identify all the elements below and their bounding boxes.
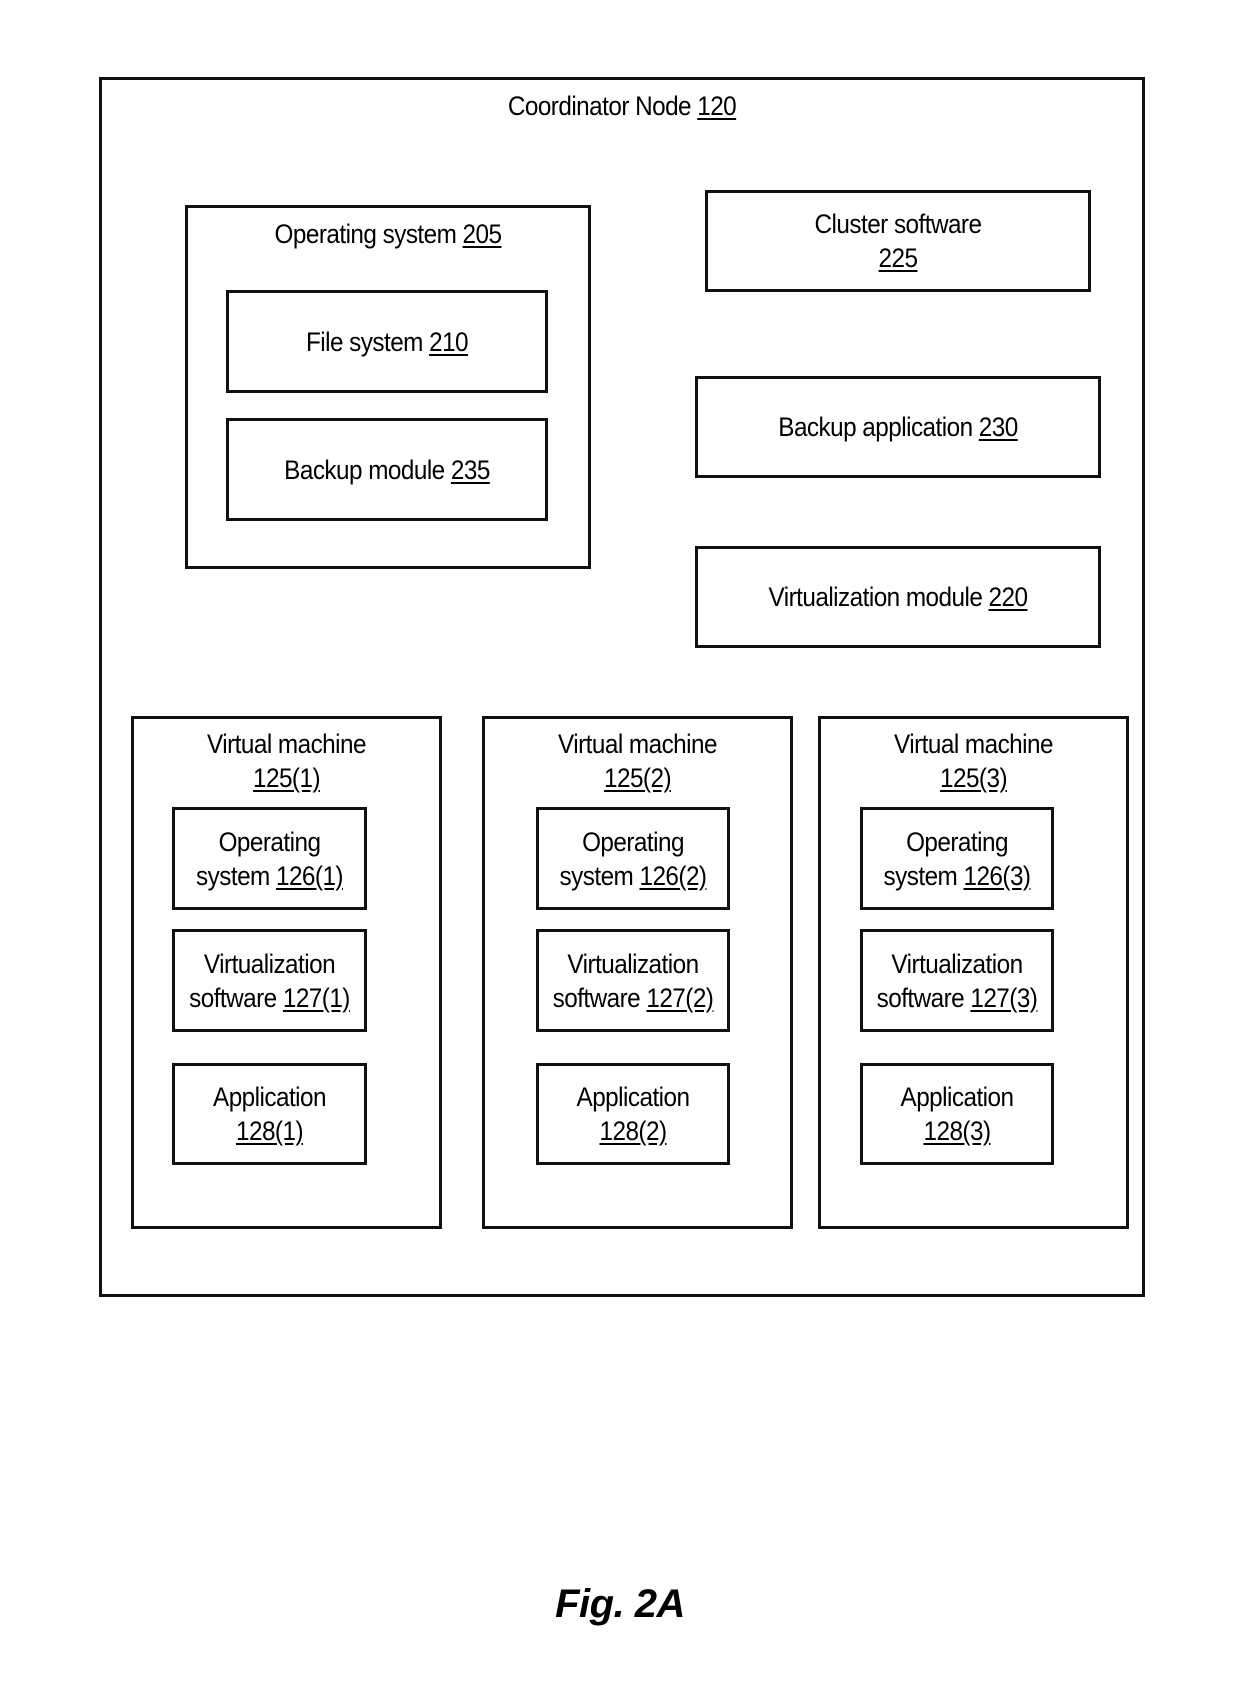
operating-system-label: Operating system 205	[208, 217, 568, 251]
vm-virt-line1: Virtualization	[891, 948, 1023, 979]
vm-app-ref: 128(3)	[923, 1116, 991, 1146]
cluster-software-box: Cluster software 225	[705, 190, 1091, 292]
operating-system-title: Operating system	[274, 219, 457, 249]
vm-virtualization-software-box: Virtualization software 127(2)	[536, 929, 730, 1032]
cluster-software-title: Cluster software	[814, 209, 982, 239]
vm-virt-ref: 127(3)	[970, 982, 1038, 1013]
vm-operating-system-box: Operating system 126(3)	[860, 807, 1054, 910]
vm-os-line1: Operating	[906, 826, 1008, 857]
vm-application-label: Application 128(3)	[872, 1080, 1041, 1148]
virtual-machine-ref: 125(2)	[603, 763, 672, 793]
vm-app-line1: Application	[213, 1082, 326, 1112]
virtual-machine-ref: 125(1)	[252, 763, 321, 793]
coordinator-node-label: Coordinator Node 120	[154, 89, 1090, 123]
operating-system-ref: 205	[462, 219, 502, 249]
vm-virt-line2: software	[876, 982, 965, 1013]
vm-app-ref: 128(2)	[599, 1116, 667, 1146]
vm-operating-system-label: Operating system 126(2)	[548, 825, 717, 893]
virtualization-module-title: Virtualization module	[768, 582, 983, 612]
vm-virtualization-software-box: Virtualization software 127(3)	[860, 929, 1054, 1032]
backup-application-title: Backup application	[778, 412, 973, 442]
coordinator-node-title: Coordinator Node	[507, 91, 692, 121]
virtual-machine-label: Virtual machine 125(3)	[836, 727, 1111, 795]
vm-application-box: Application 128(3)	[860, 1063, 1054, 1165]
backup-module-title: Backup module	[284, 454, 445, 485]
vm-application-box: Application 128(1)	[172, 1063, 367, 1165]
virtual-machine-title: Virtual machine	[207, 729, 366, 759]
vm-virt-ref: 127(1)	[282, 982, 351, 1013]
virtualization-module-ref: 220	[988, 582, 1028, 612]
vm-operating-system-box: Operating system 126(1)	[172, 807, 367, 910]
file-system-ref: 210	[429, 326, 469, 357]
vm-os-line2: system	[883, 860, 958, 891]
file-system-title: File system	[305, 326, 423, 357]
vm-application-label: Application 128(2)	[548, 1080, 717, 1148]
backup-application-ref: 230	[978, 412, 1018, 442]
backup-module-ref: 235	[450, 454, 490, 485]
vm-os-ref: 126(2)	[639, 860, 707, 891]
vm-os-ref: 126(3)	[963, 860, 1031, 891]
cluster-software-ref: 225	[878, 243, 918, 273]
vm-virt-line1: Virtualization	[567, 948, 699, 979]
vm-virtualization-software-box: Virtualization software 127(1)	[172, 929, 367, 1032]
backup-module-label: Backup module 235	[245, 453, 529, 487]
vm-virtualization-software-label: Virtualization software 127(2)	[548, 947, 717, 1015]
vm-app-ref: 128(1)	[235, 1116, 304, 1146]
backup-module-box: Backup module 235	[226, 418, 548, 521]
vm-os-line1: Operating	[218, 826, 321, 857]
virtualization-module-label: Virtualization module 220	[718, 580, 1078, 614]
vm-application-box: Application 128(2)	[536, 1063, 730, 1165]
vm-app-line1: Application	[576, 1082, 690, 1112]
vm-virt-line2: software	[552, 982, 641, 1013]
virtualization-module-box: Virtualization module 220	[695, 546, 1101, 648]
figure-label: Fig. 2A	[555, 1582, 685, 1626]
vm-os-ref: 126(1)	[275, 860, 344, 891]
virtual-machine-ref: 125(3)	[939, 763, 1008, 793]
vm-virtualization-software-label: Virtualization software 127(1)	[184, 947, 354, 1015]
vm-virt-line1: Virtualization	[203, 948, 336, 979]
coordinator-node-ref: 120	[697, 91, 737, 121]
vm-os-line2: system	[559, 860, 634, 891]
cluster-software-label: Cluster software 225	[727, 207, 1069, 275]
vm-virtualization-software-label: Virtualization software 127(3)	[872, 947, 1041, 1015]
file-system-box: File system 210	[226, 290, 548, 393]
vm-operating-system-box: Operating system 126(2)	[536, 807, 730, 910]
virtual-machine-label: Virtual machine 125(1)	[149, 727, 424, 795]
virtual-machine-title: Virtual machine	[558, 729, 717, 759]
virtual-machine-title: Virtual machine	[894, 729, 1053, 759]
vm-os-line2: system	[196, 860, 270, 891]
vm-operating-system-label: Operating system 126(3)	[872, 825, 1041, 893]
vm-os-line1: Operating	[582, 826, 684, 857]
backup-application-label: Backup application 230	[718, 410, 1078, 444]
virtual-machine-label: Virtual machine 125(2)	[500, 727, 775, 795]
vm-operating-system-label: Operating system 126(1)	[184, 825, 354, 893]
vm-virt-ref: 127(2)	[646, 982, 714, 1013]
vm-app-line1: Application	[900, 1082, 1014, 1112]
vm-application-label: Application 128(1)	[184, 1080, 354, 1148]
file-system-label: File system 210	[245, 325, 529, 359]
backup-application-box: Backup application 230	[695, 376, 1101, 478]
vm-virt-line2: software	[189, 982, 277, 1013]
